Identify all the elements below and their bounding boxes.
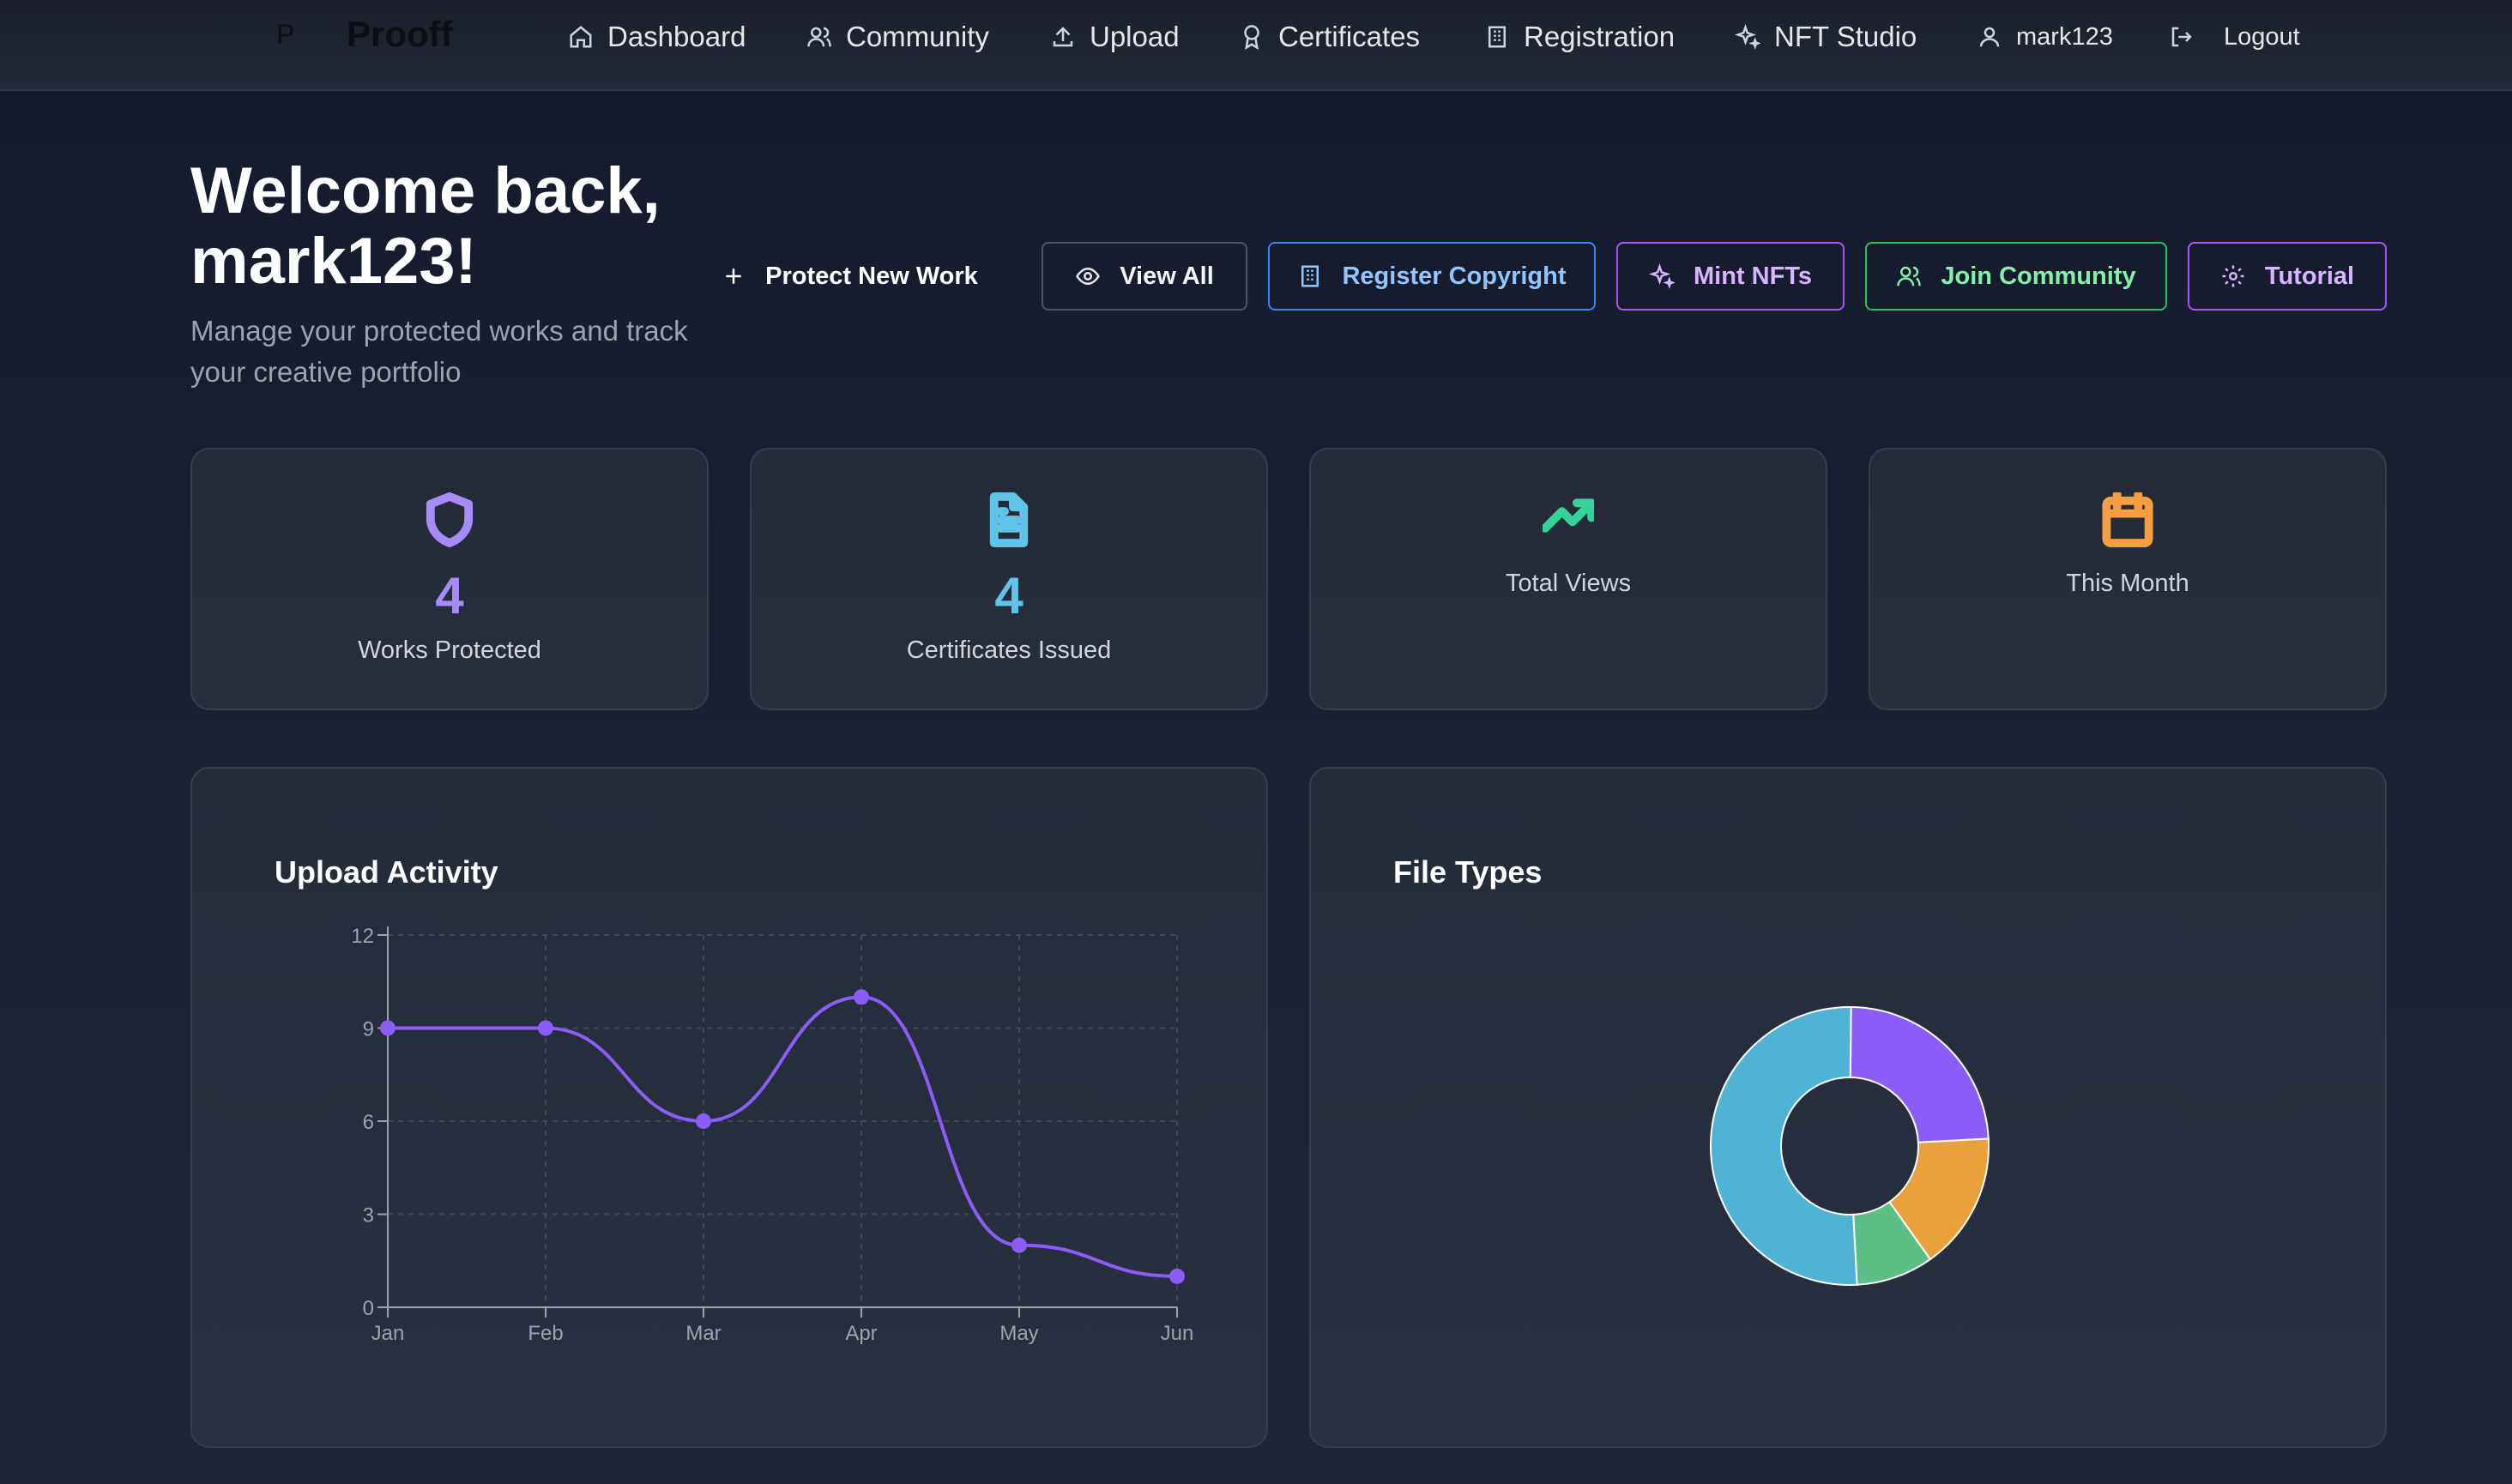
- join-community-button[interactable]: Join Community: [1865, 242, 2167, 311]
- nav-item-label: Certificates: [1278, 21, 1421, 52]
- top-nav: P Prooff Dashboard Community Upload Cert…: [0, 0, 2512, 91]
- button-label: Protect New Work: [765, 262, 978, 290]
- button-label: Register Copyright: [1342, 262, 1567, 290]
- pie-slice: [1710, 1006, 1858, 1286]
- protect-new-work-button[interactable]: Protect New Work: [703, 242, 995, 311]
- nav-item-label: NFT Studio: [1774, 21, 1917, 52]
- nav-user[interactable]: mark123: [1977, 17, 2113, 57]
- data-point: [538, 1020, 553, 1036]
- data-point: [1169, 1268, 1185, 1284]
- stat-label: Total Views: [1505, 570, 1632, 597]
- button-label: Join Community: [1941, 262, 2136, 290]
- upload-activity-panel: Upload Activity 0 3 6 9 12 Jan Feb Mar Apr May Jun: [190, 767, 1268, 1448]
- view-all-button[interactable]: View All: [1042, 242, 1247, 311]
- nav-item-dashboard[interactable]: Dashboard: [568, 17, 746, 57]
- button-label: View All: [1120, 262, 1214, 290]
- data-point: [1011, 1237, 1027, 1253]
- home-icon: [570, 26, 592, 48]
- series-line: [388, 995, 1178, 1278]
- register-copyright-button[interactable]: Register Copyright: [1268, 242, 1596, 311]
- pie-slice: [1849, 1005, 1990, 1143]
- logo-mark[interactable]: P: [276, 19, 294, 51]
- nav-item-community[interactable]: Community: [806, 17, 989, 57]
- nav-item-nft-studio[interactable]: NFT Studio: [1735, 17, 1917, 57]
- stat-label: This Month: [2066, 570, 2189, 597]
- calendar-icon: [2102, 490, 2153, 547]
- plus-icon: [726, 268, 741, 284]
- user-icon: [1979, 27, 2000, 47]
- nav-username: mark123: [2016, 22, 2113, 51]
- x-tick-label: May: [999, 1322, 1038, 1345]
- y-tick-label: 12: [351, 925, 374, 948]
- nav-item-label: Dashboard: [607, 21, 746, 52]
- users-icon: [807, 27, 831, 47]
- eye-icon: [1076, 267, 1101, 286]
- document-icon: [983, 492, 1035, 547]
- logout-button[interactable]: Logout: [2169, 17, 2300, 57]
- x-tick-label: Feb: [528, 1322, 563, 1345]
- stat-label: Certificates Issued: [906, 636, 1112, 664]
- stat-card-total-views: Total Views: [1309, 448, 1827, 710]
- nav-item-label: Registration: [1524, 21, 1676, 52]
- nav-item-label: Upload: [1090, 21, 1180, 52]
- nav-item-registration[interactable]: Registration: [1484, 17, 1675, 57]
- x-tick-label: Mar: [685, 1322, 721, 1345]
- x-tick-label: Jun: [1161, 1322, 1194, 1345]
- y-tick-label: 0: [363, 1297, 374, 1320]
- page-subtitle: Manage your protected works and track yo…: [190, 315, 688, 388]
- button-label: Mint NFTs: [1694, 262, 1812, 290]
- stat-value: 4: [994, 567, 1024, 624]
- logout-icon: [2171, 27, 2192, 47]
- y-tick-label: 9: [363, 1018, 374, 1041]
- upload-activity-chart: 0 3 6 9 12 Jan Feb Mar Apr May Jun: [351, 925, 1194, 1345]
- logout-label: Logout: [2224, 22, 2300, 51]
- data-point: [854, 989, 869, 1005]
- file-types-panel: File Types: [1309, 767, 2387, 1448]
- building-icon: [1488, 26, 1506, 48]
- button-label: Tutorial: [2264, 262, 2355, 290]
- nav-item-label: Community: [846, 21, 989, 52]
- trending-up-icon: [1541, 492, 1596, 547]
- users-icon: [1897, 266, 1922, 287]
- data-point: [696, 1113, 711, 1129]
- x-tick-label: Apr: [845, 1322, 877, 1345]
- logo-text[interactable]: Prooff: [347, 14, 453, 55]
- sparkles-icon: [1649, 263, 1675, 289]
- stat-card-works-protected: 4 Works Protected: [190, 448, 709, 710]
- file-types-chart: [1710, 1005, 1990, 1286]
- sparkles-icon: [1735, 24, 1760, 50]
- stat-card-this-month: This Month: [1869, 448, 2387, 710]
- y-tick-label: 3: [363, 1204, 374, 1228]
- building-icon: [1301, 265, 1319, 287]
- y-tick-label: 6: [363, 1111, 374, 1134]
- page-title: Welcome back, mark123!: [190, 154, 661, 298]
- tutorial-button[interactable]: Tutorial: [2188, 242, 2387, 311]
- x-tick-label: Jan: [371, 1322, 405, 1345]
- stat-value: 4: [435, 567, 464, 624]
- upload-icon: [1053, 27, 1073, 47]
- stat-card-certificates: 4 Certificates Issued: [750, 448, 1268, 710]
- nav-item-certificates[interactable]: Certificates: [1239, 17, 1420, 57]
- shield-icon: [424, 492, 475, 547]
- stat-label: Works Protected: [358, 636, 541, 664]
- gear-icon: [2222, 265, 2244, 287]
- award-icon: [1244, 25, 1259, 50]
- data-point: [380, 1020, 396, 1036]
- mint-nfts-button[interactable]: Mint NFTs: [1616, 242, 1845, 311]
- nav-item-upload[interactable]: Upload: [1050, 17, 1180, 57]
